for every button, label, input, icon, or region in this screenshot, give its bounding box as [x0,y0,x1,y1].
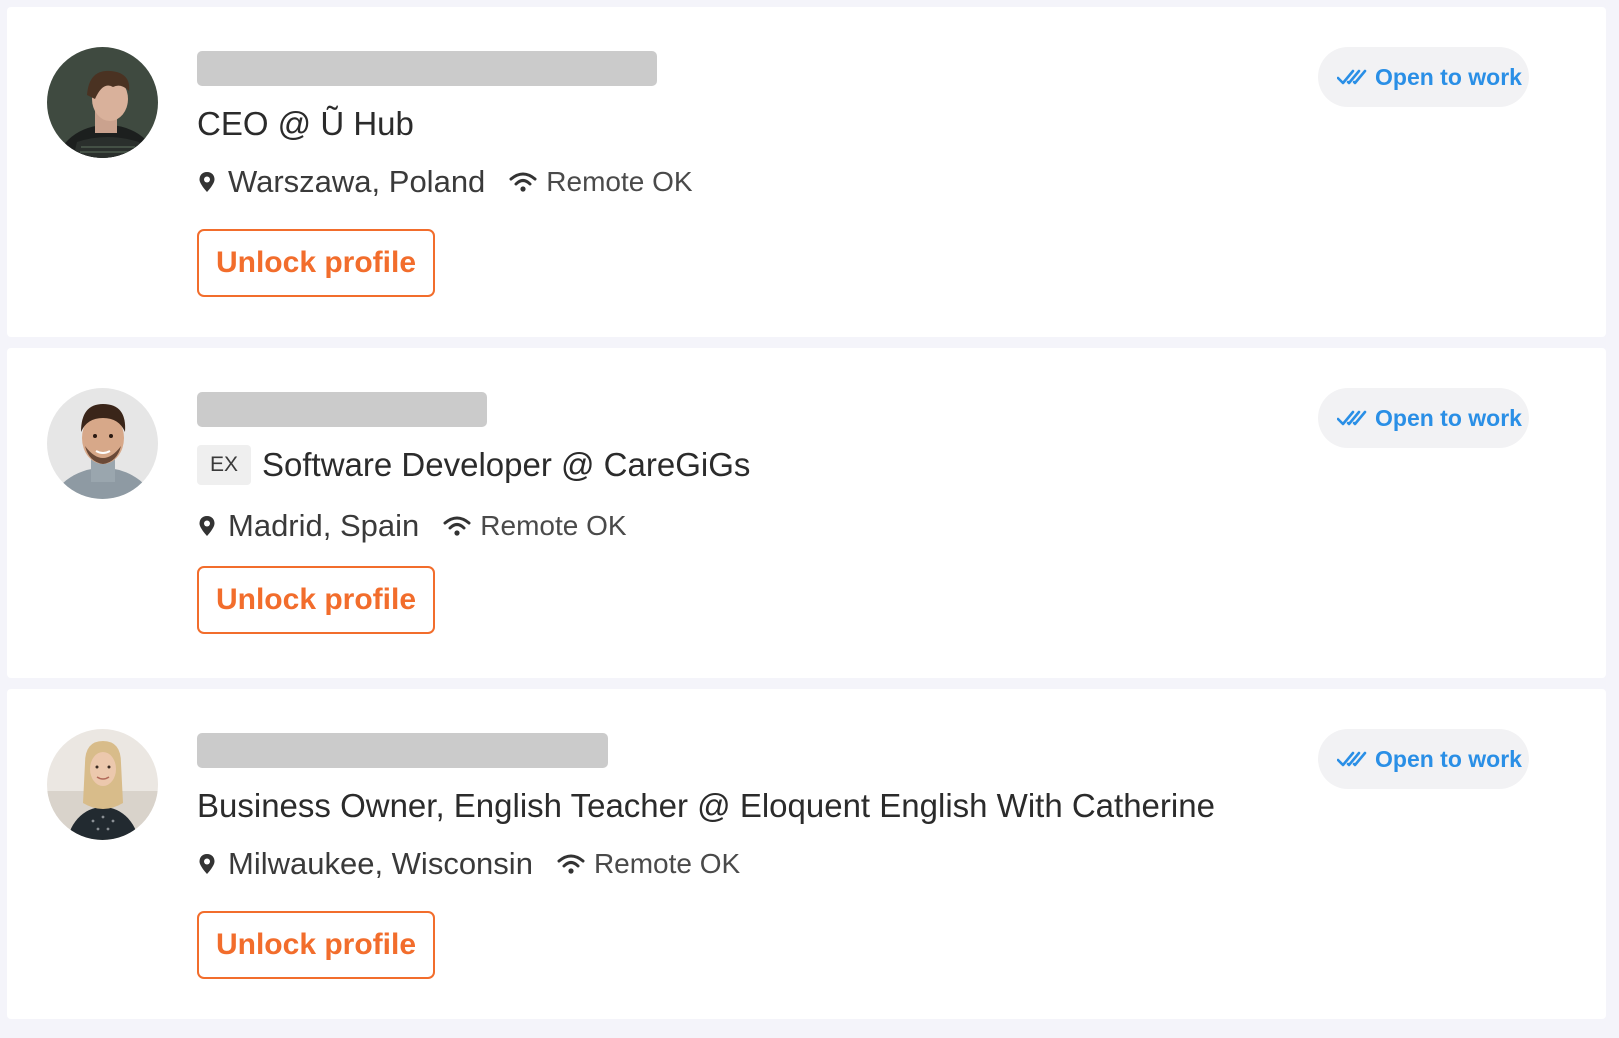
blurred-name [197,51,657,86]
wifi-icon [443,516,471,536]
title-row: EX Software Developer @ CareGiGs [197,443,750,487]
job-title: CEO @ Ũ Hub [197,105,414,142]
open-to-work-label: Open to work [1375,745,1522,772]
avatar[interactable] [47,47,158,158]
person-photo-icon [47,388,158,499]
double-check-icon [1337,410,1367,426]
blurred-name [197,733,608,768]
open-to-work-badge: Open to work [1318,47,1529,107]
title-row: CEO @ Ũ Hub [197,102,414,146]
remote-text: Remote OK [480,510,627,541]
location-text: Warszawa, Poland [228,164,486,199]
candidate-card: EX Software Developer @ CareGiGs Madrid,… [7,348,1606,678]
unlock-profile-button[interactable]: Unlock profile [197,566,435,634]
map-pin-icon [199,516,215,536]
double-check-icon [1337,69,1367,85]
unlock-profile-button[interactable]: Unlock profile [197,911,435,979]
map-pin-icon [199,854,215,874]
candidate-card: Business Owner, English Teacher @ Eloque… [7,689,1606,1019]
person-photo-icon [47,729,158,840]
person-photo-icon [47,47,158,158]
unlock-profile-button[interactable]: Unlock profile [197,229,435,297]
ex-badge: EX [197,445,252,485]
remote-text: Remote OK [593,848,741,879]
open-to-work-badge: Open to work [1318,729,1529,789]
meta-row: Madrid, Spain Remote OK [197,506,627,546]
location-text: Milwaukee, Wisconsin [228,846,533,881]
remote-text: Remote OK [546,166,693,197]
candidate-list: CEO @ Ũ Hub Warszawa, Poland Remote OK U… [7,7,1606,1030]
candidate-card: CEO @ Ũ Hub Warszawa, Poland Remote OK U… [7,7,1606,337]
title-row: Business Owner, English Teacher @ Eloque… [197,784,1215,828]
job-title: Software Developer @ CareGiGs [262,446,751,483]
location-text: Madrid, Spain [228,508,420,543]
map-pin-icon [199,172,215,192]
avatar[interactable] [47,729,158,840]
avatar[interactable] [47,388,158,499]
wifi-icon [557,854,585,874]
meta-row: Warszawa, Poland Remote OK [197,162,693,202]
double-check-icon [1337,751,1367,767]
job-title: Business Owner, English Teacher @ Eloque… [197,787,1215,824]
open-to-work-label: Open to work [1375,404,1522,431]
blurred-name [197,392,487,427]
open-to-work-label: Open to work [1375,63,1522,90]
wifi-icon [509,172,537,192]
meta-row: Milwaukee, Wisconsin Remote OK [197,844,740,884]
open-to-work-badge: Open to work [1318,388,1529,448]
